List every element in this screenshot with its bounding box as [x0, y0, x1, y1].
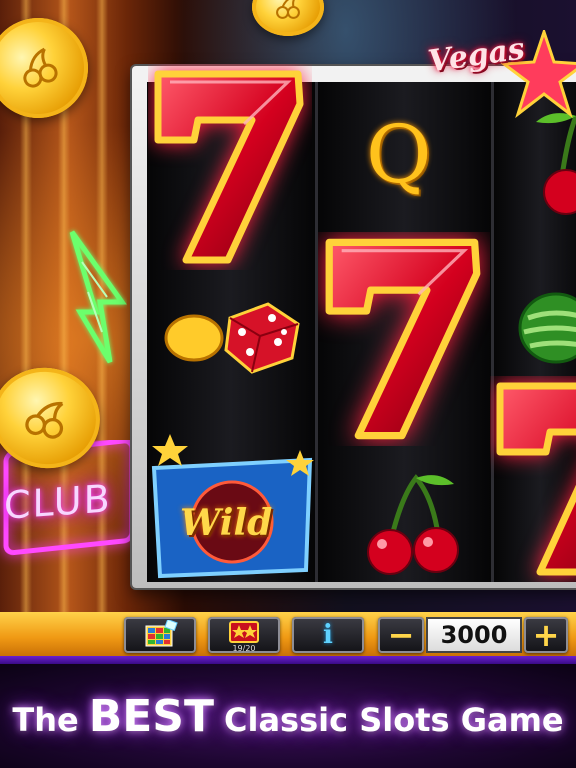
tagline-suffix: Classic Slots Game [224, 700, 564, 739]
info-icon: i [323, 620, 333, 650]
toolbar-underline [0, 656, 576, 664]
paytable-button[interactable] [124, 617, 196, 653]
progress-count: 19/20 [232, 644, 256, 653]
tagline-highlight: BEST [88, 690, 214, 742]
bet-increase-button[interactable]: + [524, 617, 568, 653]
tagline-prefix: The [12, 700, 79, 739]
seven-symbol-icon [154, 70, 304, 264]
grid-icon [145, 620, 178, 647]
neon-club-text: CLUB [4, 476, 112, 528]
progress-button[interactable]: 19/20 [208, 617, 280, 653]
minus-icon: − [387, 616, 415, 654]
cherry-symbol-icon [367, 474, 459, 575]
plus-icon: + [532, 616, 560, 654]
bet-decrease-button[interactable]: − [378, 617, 424, 653]
tagline: The BEST Classic Slots Game [12, 691, 563, 742]
cherry-symbol-icon [536, 113, 576, 215]
info-button[interactable]: i [292, 617, 364, 653]
neon-arrow-icon [69, 230, 127, 364]
queen-symbol: Q [366, 108, 432, 201]
seven-symbol-icon [325, 238, 481, 440]
watermelon-symbol-icon [518, 292, 576, 364]
star-chest-icon [229, 621, 259, 643]
wild-label: Wild [180, 502, 273, 544]
bet-amount: 3000 [426, 617, 522, 653]
dice-symbol-icon [164, 302, 300, 374]
seven-symbol-icon [496, 382, 576, 576]
tagline-banner: The BEST Classic Slots Game [0, 664, 576, 768]
